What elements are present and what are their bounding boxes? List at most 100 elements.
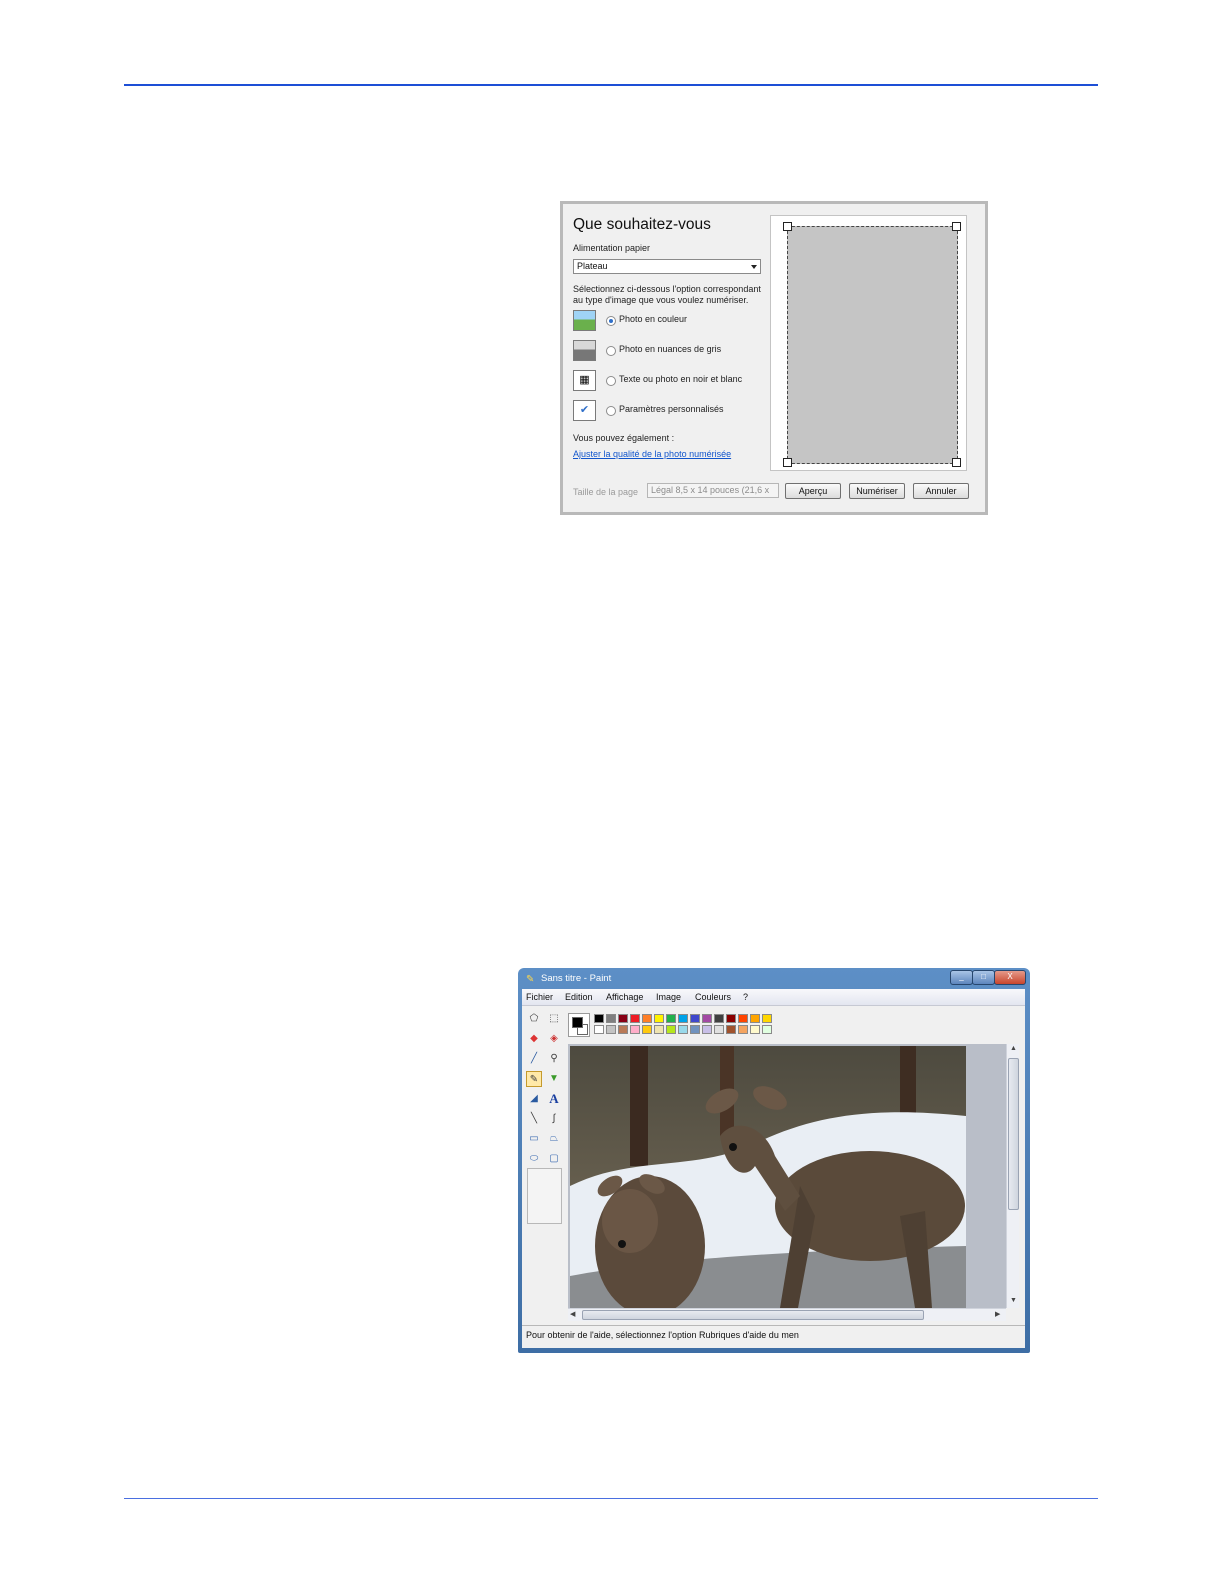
menu-fichier[interactable]: Fichier	[526, 992, 553, 1002]
menu-affichage[interactable]: Affichage	[606, 992, 643, 1002]
palette-swatch[interactable]	[750, 1025, 760, 1034]
rounded-rect-icon[interactable]: ▢	[546, 1151, 562, 1167]
palette-swatch[interactable]	[714, 1014, 724, 1023]
option-label: Photo en nuances de gris	[619, 344, 722, 354]
option-bw-text[interactable]: ▦ Texte ou photo en noir et blanc	[573, 370, 773, 392]
paint-window: ✎ Sans titre - Paint _ □ X Fichier Editio…	[518, 968, 1030, 1353]
palette-swatch[interactable]	[618, 1025, 628, 1034]
footer-rule	[124, 1498, 1098, 1499]
color-picker-icon[interactable]: ╱	[526, 1051, 542, 1067]
brush-icon[interactable]: ◢	[526, 1091, 542, 1107]
palette-swatch[interactable]	[726, 1025, 736, 1034]
palette-swatch[interactable]	[702, 1014, 712, 1023]
maximize-button[interactable]: □	[972, 970, 995, 985]
vertical-scrollbar[interactable]: ▲ ▼	[1006, 1044, 1019, 1308]
deer-photo	[570, 1046, 966, 1308]
radio-grayscale-photo[interactable]	[606, 346, 616, 356]
palette-swatch[interactable]	[606, 1014, 616, 1023]
eraser-icon[interactable]: ◆	[526, 1031, 542, 1047]
scroll-left-icon[interactable]: ◀	[570, 1310, 575, 1318]
curve-icon[interactable]: ∫	[546, 1111, 562, 1127]
chevron-down-icon	[751, 265, 757, 269]
crop-handle[interactable]	[783, 458, 792, 467]
palette-swatch[interactable]	[702, 1025, 712, 1034]
radio-color-photo[interactable]	[606, 316, 616, 326]
menu-help[interactable]: ?	[743, 992, 748, 1002]
palette-swatch[interactable]	[690, 1025, 700, 1034]
minimize-button[interactable]: _	[950, 970, 973, 985]
palette-swatch[interactable]	[630, 1014, 640, 1023]
magnifier-icon[interactable]: ⚲	[546, 1051, 562, 1067]
palette-swatch[interactable]	[738, 1025, 748, 1034]
rectangle-icon[interactable]: ▭	[526, 1131, 542, 1147]
polygon-icon[interactable]: ⏢	[546, 1131, 562, 1147]
palette-swatch[interactable]	[678, 1025, 688, 1034]
airbrush-icon[interactable]: ▼	[546, 1071, 562, 1087]
scroll-right-icon[interactable]: ▶	[995, 1310, 1000, 1318]
palette-swatch[interactable]	[726, 1014, 736, 1023]
window-title: Sans titre - Paint	[541, 973, 612, 984]
scan-preview-area[interactable]	[770, 215, 967, 471]
cancel-button[interactable]: Annuler	[913, 483, 969, 499]
palette-swatch[interactable]	[594, 1025, 604, 1034]
fill-bucket-icon[interactable]: ◈	[546, 1031, 562, 1047]
crop-handle[interactable]	[952, 458, 961, 467]
page-size-select[interactable]: Légal 8,5 x 14 pouces (21,6 x	[647, 483, 779, 498]
menu-edition[interactable]: Edition	[565, 992, 593, 1002]
crop-handle[interactable]	[783, 222, 792, 231]
palette-swatch[interactable]	[654, 1025, 664, 1034]
palette-swatch[interactable]	[678, 1014, 688, 1023]
palette-swatch[interactable]	[738, 1014, 748, 1023]
palette-swatch[interactable]	[750, 1014, 760, 1023]
palette-swatch[interactable]	[642, 1025, 652, 1034]
bw-text-icon: ▦	[573, 370, 596, 391]
crop-handle[interactable]	[952, 222, 961, 231]
scan-dialog: Que souhaitez-vous Alimentation papier P…	[560, 201, 988, 515]
palette-swatch[interactable]	[714, 1025, 724, 1034]
vertical-scroll-thumb[interactable]	[1008, 1058, 1019, 1210]
current-colors[interactable]	[568, 1013, 590, 1037]
horizontal-scroll-thumb[interactable]	[582, 1310, 924, 1320]
palette-swatch[interactable]	[762, 1025, 772, 1034]
rect-select-icon[interactable]: ⬚	[546, 1011, 562, 1027]
page-size-label: Taille de la page	[573, 487, 639, 497]
palette-swatch[interactable]	[630, 1025, 640, 1034]
option-label: Texte ou photo en noir et blanc	[619, 374, 743, 384]
color-photo-icon	[573, 310, 596, 331]
palette-swatch[interactable]	[654, 1014, 664, 1023]
menu-image[interactable]: Image	[656, 992, 681, 1002]
paper-feed-select[interactable]: Plateau	[573, 259, 761, 274]
option-grayscale-photo[interactable]: Photo en nuances de gris	[573, 340, 773, 362]
palette-swatch[interactable]	[666, 1014, 676, 1023]
palette-swatch[interactable]	[666, 1025, 676, 1034]
text-tool-icon[interactable]: A	[546, 1091, 562, 1107]
radio-custom-settings[interactable]	[606, 406, 616, 416]
tool-options-box[interactable]	[527, 1168, 562, 1224]
pencil-icon[interactable]: ✎	[526, 1071, 542, 1087]
paper-feed-label: Alimentation papier	[573, 243, 651, 253]
custom-settings-icon: ✔	[573, 400, 596, 421]
option-custom-settings[interactable]: ✔ Paramètres personnalisés	[573, 400, 773, 422]
palette-swatch[interactable]	[606, 1025, 616, 1034]
adjust-quality-link[interactable]: Ajuster la qualité de la photo numérisée	[573, 449, 731, 459]
canvas-area[interactable]	[568, 1044, 1006, 1320]
palette-swatch[interactable]	[594, 1014, 604, 1023]
line-icon[interactable]: ╲	[526, 1111, 542, 1127]
scroll-down-icon[interactable]: ▼	[1010, 1297, 1017, 1304]
free-select-icon[interactable]: ⬠	[526, 1011, 542, 1027]
palette-swatch[interactable]	[618, 1014, 628, 1023]
close-button[interactable]: X	[994, 970, 1026, 985]
preview-button[interactable]: Aperçu	[785, 483, 841, 499]
palette-swatch[interactable]	[762, 1014, 772, 1023]
scroll-up-icon[interactable]: ▲	[1010, 1045, 1017, 1052]
scan-button[interactable]: Numériser	[849, 483, 905, 499]
menu-couleurs[interactable]: Couleurs	[695, 992, 731, 1002]
scan-region[interactable]	[787, 226, 958, 464]
ellipse-icon[interactable]: ⬭	[526, 1151, 542, 1167]
radio-bw-text[interactable]	[606, 376, 616, 386]
option-color-photo[interactable]: Photo en couleur	[573, 310, 773, 332]
palette-swatch[interactable]	[690, 1014, 700, 1023]
horizontal-scrollbar[interactable]: ◀ ▶	[568, 1308, 1006, 1321]
palette-swatch[interactable]	[642, 1014, 652, 1023]
header-rule	[124, 84, 1098, 86]
